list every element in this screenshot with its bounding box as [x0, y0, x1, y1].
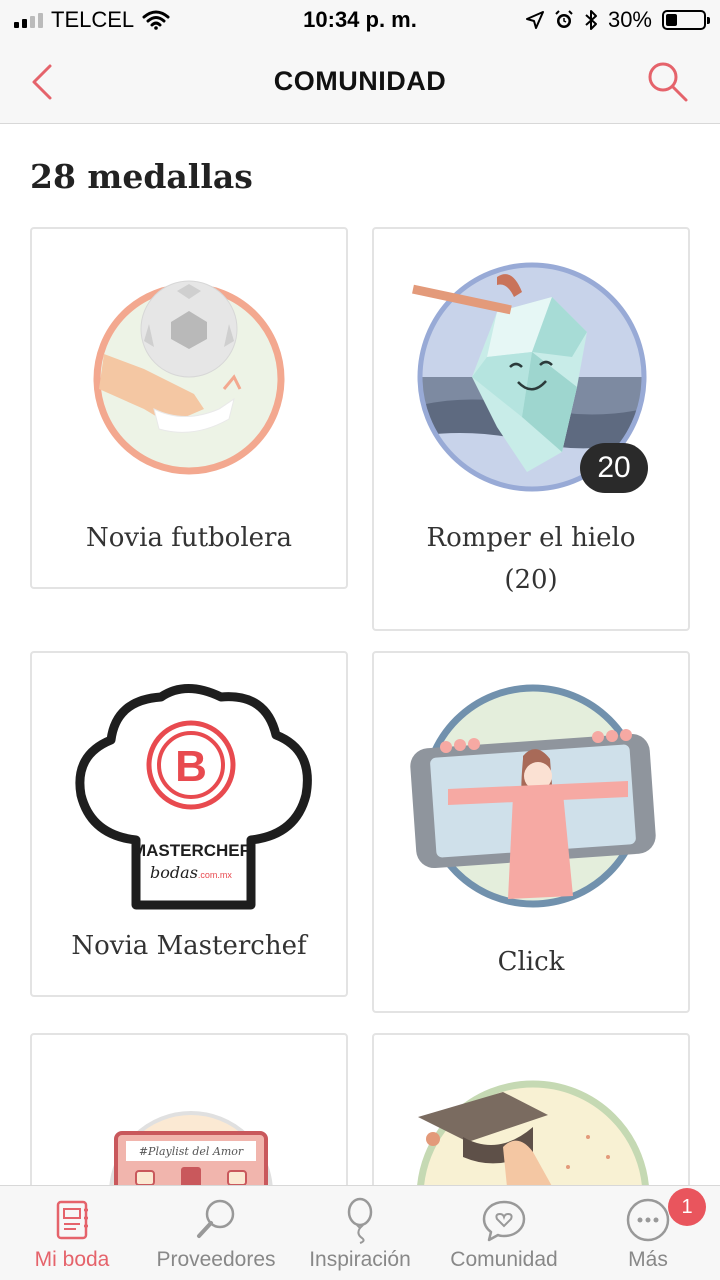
medals-content[interactable]: 28 medallas Novia futbolera 20 Romper el…	[0, 125, 720, 1185]
graduation-badge-icon	[417, 1080, 649, 1185]
battery-icon	[662, 10, 710, 30]
chevron-left-icon[interactable]	[24, 60, 64, 104]
status-right: 30%	[525, 7, 710, 33]
medal-card-novia-futbolera[interactable]: Novia futbolera	[30, 227, 348, 589]
notebook-icon	[56, 1200, 88, 1240]
tab-mi-boda[interactable]: Mi boda	[0, 1186, 144, 1280]
tab-mas[interactable]: Más 1	[576, 1186, 720, 1280]
svg-text:B: B	[175, 742, 207, 791]
camera-bride-badge-icon	[410, 684, 656, 908]
status-time: 10:34 p. m.	[303, 7, 417, 32]
search-icon[interactable]	[644, 58, 690, 104]
signal-icon	[14, 12, 43, 28]
alarm-icon	[555, 10, 573, 28]
count-badge: 20	[580, 443, 648, 493]
playlist-sign-text: #Playlist del Amor	[138, 1145, 244, 1158]
notification-badge: 1	[668, 1188, 706, 1226]
balloon-icon	[347, 1197, 373, 1244]
bluetooth-icon	[585, 10, 597, 30]
battery-percent: 30%	[607, 7, 652, 32]
medal-card-novia-masterchef[interactable]: B MASTERCHEF bodas.com.mx Novia Masterch…	[30, 651, 348, 997]
page-title: COMUNIDAD	[273, 66, 447, 96]
medal-card-playlist[interactable]: #Playlist del Amor	[30, 1033, 348, 1185]
bodas-logo-domain: .com.mx	[197, 870, 232, 880]
medal-label-count: (20)	[504, 565, 558, 595]
wifi-icon	[142, 10, 170, 30]
battery-level	[666, 14, 677, 26]
tab-bar: Mi boda Proveedores Inspiración Comunida…	[0, 1185, 720, 1280]
carrier-name: TELCEL	[51, 7, 135, 32]
tab-label: Mi boda	[34, 1248, 110, 1271]
medal-card-click[interactable]: Click	[372, 651, 690, 1013]
soccer-bride-badge-icon	[93, 280, 285, 475]
bodas-logo: bodas.com.mx	[32, 863, 350, 882]
section-title: 28 medallas	[30, 157, 253, 196]
tab-inspiracion[interactable]: Inspiración	[288, 1186, 432, 1280]
status-bar: TELCEL 10:34 p. m. 30%	[0, 0, 720, 40]
tab-label: Más	[628, 1248, 668, 1271]
magnifier-icon	[197, 1199, 235, 1238]
nav-bar: COMUNIDAD	[0, 40, 720, 124]
medal-label: Click	[497, 947, 565, 977]
medal-card-romper-el-hielo[interactable]: 20 Romper el hielo (20)	[372, 227, 690, 631]
tab-label: Comunidad	[450, 1248, 558, 1271]
chat-heart-icon	[482, 1200, 526, 1242]
tab-label: Proveedores	[156, 1248, 276, 1271]
medal-label: Novia futbolera	[86, 523, 292, 553]
playlist-badge-icon	[109, 1111, 273, 1185]
tab-comunidad[interactable]: Comunidad	[432, 1186, 576, 1280]
bodas-logo-text: bodas	[150, 863, 198, 882]
status-left: TELCEL	[14, 7, 170, 33]
medal-label: Novia Masterchef	[71, 931, 307, 961]
masterchef-logo-text: MASTERCHEF	[131, 841, 251, 860]
tab-proveedores[interactable]: Proveedores	[144, 1186, 288, 1280]
medal-label: Romper el hielo	[426, 523, 636, 553]
tab-label: Inspiración	[309, 1248, 411, 1271]
more-dots-icon	[626, 1198, 670, 1242]
location-arrow-icon	[525, 11, 544, 29]
medal-card-graduation[interactable]	[372, 1033, 690, 1185]
